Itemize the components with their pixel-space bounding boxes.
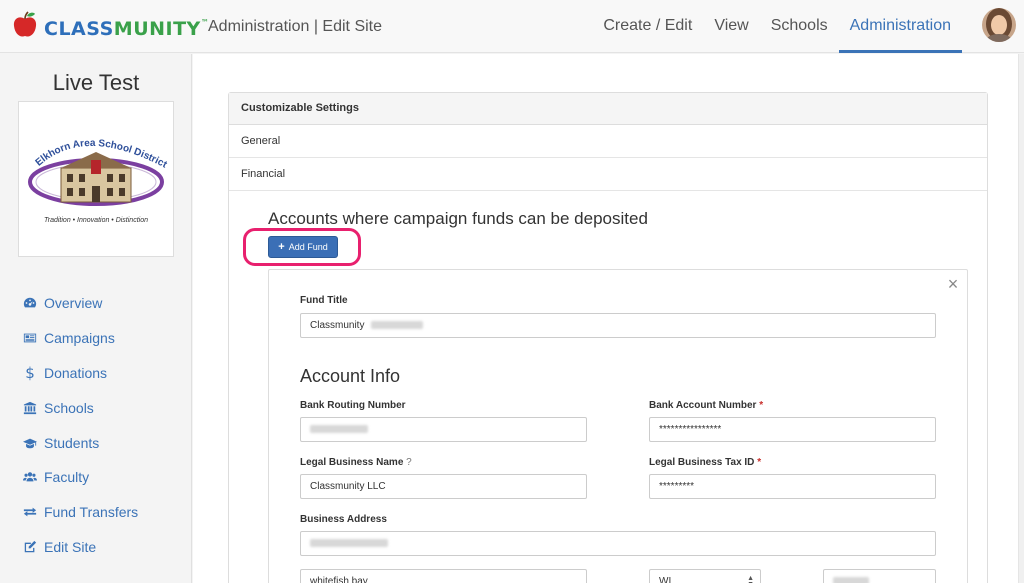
sidebar-item-edit-site[interactable]: Edit Site (22, 530, 138, 565)
section-general[interactable]: General (229, 125, 987, 158)
account-number-label: Bank Account Number * (649, 400, 763, 411)
fund-card: × Fund Title Classmunity Account Info Ba… (268, 269, 968, 583)
tax-id-label-text: Legal Business Tax ID (649, 457, 755, 468)
district-logo-image: Elkhorn Area School District Tradition •… (28, 138, 169, 224)
sidebar: Live Test Elkhorn Area School District T… (0, 54, 192, 583)
sidebar-item-label: Edit Site (44, 538, 97, 555)
nav-administration[interactable]: Administration (838, 0, 962, 53)
user-avatar[interactable] (982, 8, 1016, 42)
help-icon[interactable]: ? (406, 457, 412, 468)
select-arrows-icon: ▲▼ (747, 575, 754, 583)
fund-title-input[interactable]: Classmunity (300, 313, 936, 338)
redacted-text (371, 321, 424, 330)
sidebar-item-label: Schools (44, 399, 94, 416)
exchange-icon (22, 504, 38, 520)
nav-view[interactable]: View (703, 0, 759, 53)
tax-id-input[interactable]: ********* (649, 474, 936, 499)
school-icon (22, 400, 38, 416)
sidebar-item-label: Fund Transfers (44, 504, 139, 521)
address-input[interactable] (300, 531, 936, 556)
sidebar-item-fund-transfers[interactable]: Fund Transfers (22, 495, 138, 530)
district-tagline: Tradition • Innovation • Distinction (44, 217, 148, 224)
state-value: WI (659, 576, 672, 583)
sidebar-item-label: Students (44, 434, 100, 451)
plus-icon: + (278, 241, 285, 253)
routing-label: Bank Routing Number (300, 400, 406, 411)
sidebar-item-label: Donations (44, 364, 108, 381)
sidebar-item-campaigns[interactable]: Campaigns (22, 321, 138, 356)
main-content: Customizable Settings General Financial … (193, 54, 1024, 583)
logo-wordmark: CLASSMUNITY™ (44, 18, 210, 40)
sidebar-item-label: Overview (44, 295, 103, 312)
top-navbar: CLASSMUNITY™ Administration | Edit Site … (0, 0, 1024, 53)
close-icon[interactable]: × (945, 275, 961, 293)
add-fund-button[interactable]: + Add Fund (268, 236, 338, 258)
zip-input[interactable] (823, 569, 936, 583)
nav-schools[interactable]: Schools (760, 0, 839, 53)
city-input[interactable]: whitefish bay (300, 569, 587, 583)
panel-title: Customizable Settings (229, 93, 987, 125)
nav-create-edit[interactable]: Create / Edit (592, 0, 703, 53)
redacted-text (310, 539, 388, 548)
dollar-icon: $ (25, 363, 35, 382)
account-info-heading: Account Info (300, 366, 401, 386)
state-select[interactable]: WI ▲▼ (649, 569, 761, 583)
site-name: Live Test (52, 70, 140, 95)
section-financial[interactable]: Financial (229, 158, 987, 191)
campaigns-icon (22, 330, 38, 346)
legal-name-label-text: Legal Business Name (300, 457, 404, 468)
sidebar-item-donations[interactable]: $ Donations (22, 356, 138, 391)
main-nav: Create / Edit View Schools Administratio… (592, 0, 962, 53)
users-icon (22, 469, 38, 485)
sidebar-item-faculty[interactable]: Faculty (22, 460, 138, 495)
sidebar-item-label: Campaigns (44, 330, 115, 347)
district-logo: Elkhorn Area School District Tradition •… (18, 101, 174, 257)
account-number-label-text: Bank Account Number (649, 400, 757, 411)
edit-icon (22, 539, 38, 555)
required-asterisk: * (759, 400, 764, 411)
legal-name-input[interactable]: Classmunity LLC (300, 474, 587, 499)
legal-name-label: Legal Business Name ? (300, 457, 412, 468)
tax-id-label: Legal Business Tax ID * (649, 457, 761, 468)
redacted-text (833, 577, 869, 583)
sidebar-item-label: Faculty (44, 469, 90, 486)
routing-input[interactable] (300, 417, 587, 442)
avatar-image (982, 8, 1016, 42)
fund-title-label: Fund Title (300, 295, 348, 306)
redacted-text (310, 425, 368, 434)
page-heading: Administration | Edit Site (208, 18, 383, 35)
page-scrollbar[interactable] (1018, 54, 1024, 583)
apple-icon (13, 11, 37, 37)
sidebar-menu: Overview Campaigns $ Donations Schools S… (22, 286, 138, 564)
sidebar-item-overview[interactable]: Overview (22, 286, 138, 321)
sidebar-item-schools[interactable]: Schools (22, 390, 138, 425)
sidebar-item-students[interactable]: Students (22, 425, 138, 460)
settings-panel: Customizable Settings General Financial … (228, 92, 988, 583)
required-asterisk: * (757, 457, 762, 468)
classmunity-logo[interactable]: CLASSMUNITY™ (10, 8, 209, 44)
add-fund-label: Add Fund (288, 242, 328, 252)
dashboard-icon (22, 295, 38, 311)
fund-title-value: Classmunity (310, 320, 365, 331)
graduation-cap-icon (22, 435, 38, 451)
address-label: Business Address (300, 514, 387, 525)
account-number-input[interactable]: **************** (649, 417, 936, 442)
accounts-heading: Accounts where campaign funds can be dep… (268, 209, 648, 228)
